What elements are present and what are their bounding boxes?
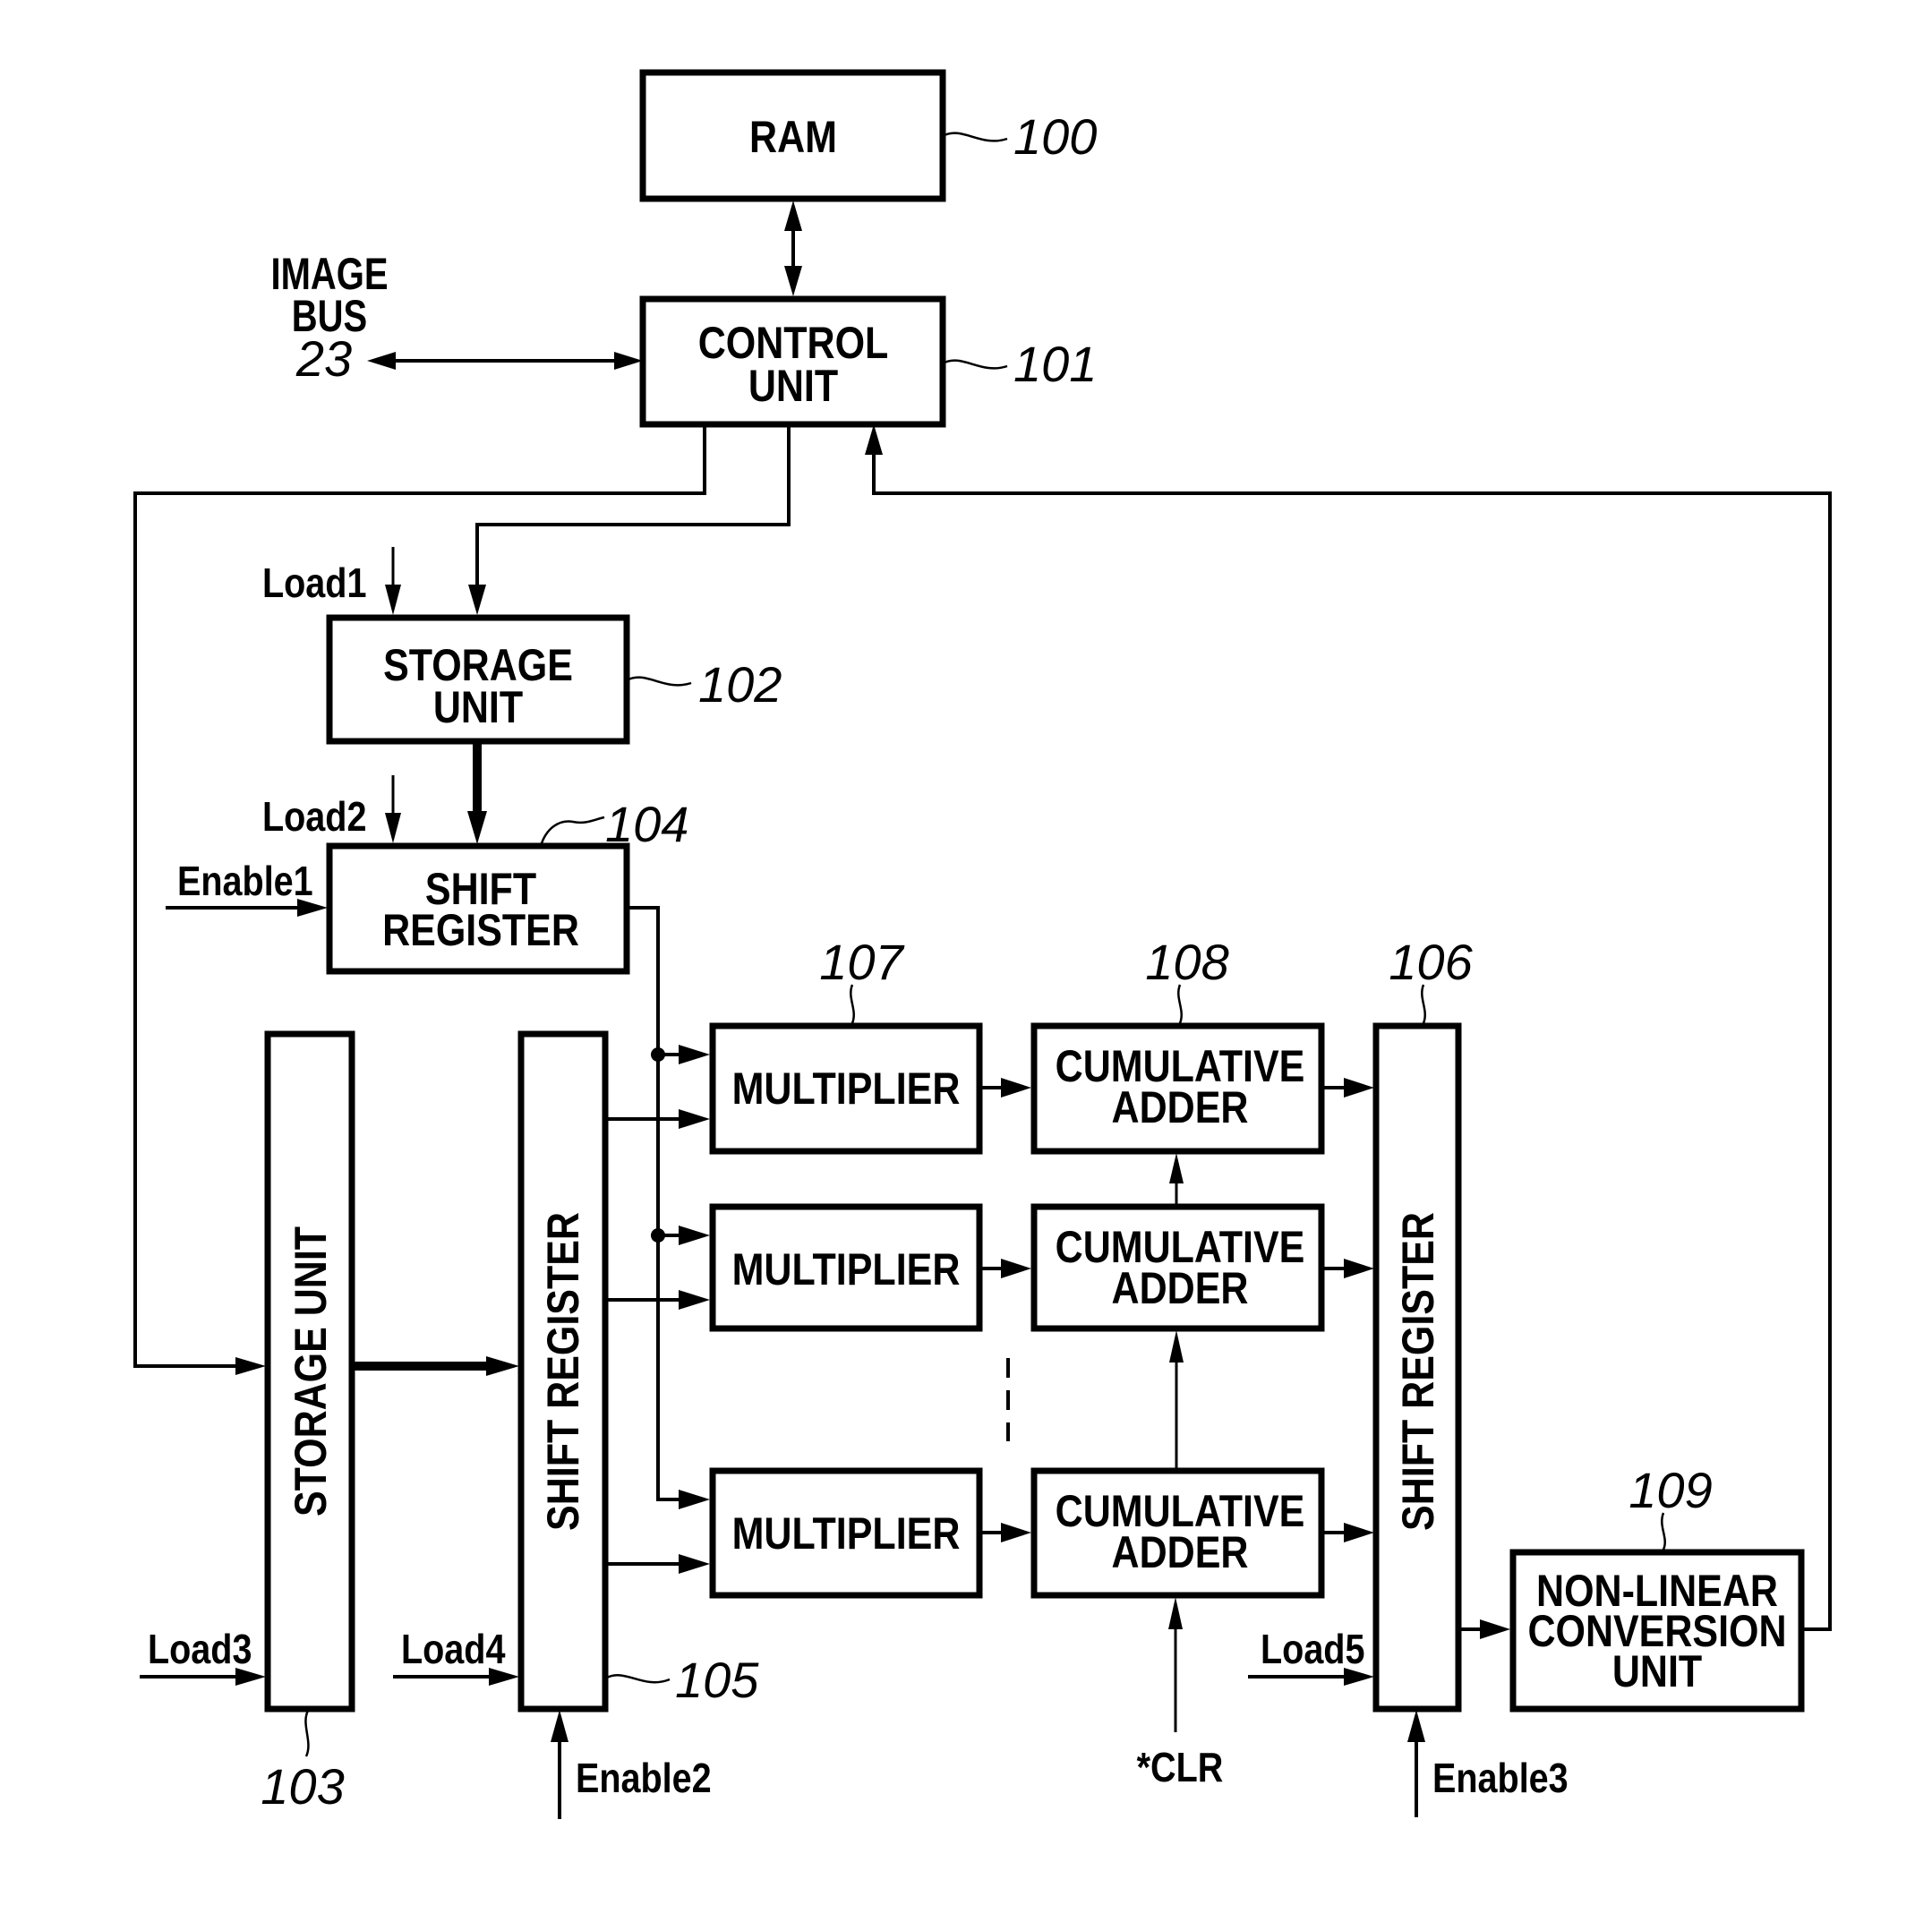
multiplier-ref-leader xyxy=(850,984,855,1024)
cumulative-adder-1-label-line2: ADDER xyxy=(1112,1082,1249,1132)
nonlinear-ref: 109 xyxy=(1629,1462,1712,1518)
shift104-output-bus xyxy=(627,906,710,1509)
shift106-to-nonlinear-link xyxy=(1458,1619,1510,1639)
cumulative-adder-ref: 108 xyxy=(1145,934,1228,990)
cumulative-adder-3-label-line2: ADDER xyxy=(1112,1527,1249,1577)
block-diagram: RAM 100 CONTROL UNIT 101 IMAGE BUS 23 Lo… xyxy=(133,69,1832,1819)
ram-label: RAM xyxy=(749,112,837,162)
storage-unit-103-block: STORAGE UNIT xyxy=(264,1030,355,1713)
load5-label: Load5 xyxy=(1261,1627,1364,1672)
load2-arrow xyxy=(385,775,401,843)
storage-unit-103-ref-leader xyxy=(304,1708,311,1757)
storage-unit-102-label-line2: UNIT xyxy=(433,682,523,732)
shift-register-106-ref-leader xyxy=(1421,984,1426,1024)
shift-register-105-ref-leader xyxy=(604,1674,671,1684)
enable2-arrow xyxy=(551,1710,568,1819)
multiplier-to-adder-links xyxy=(979,1078,1031,1542)
multiplier-2: MULTIPLIER xyxy=(709,1203,983,1332)
control-unit-label-line2: UNIT xyxy=(748,361,838,411)
control-to-storage102-wire xyxy=(468,424,791,615)
junction-dot-2 xyxy=(651,1228,665,1243)
shift-register-104-ref-leader xyxy=(539,816,605,847)
storage-unit-103-ref: 103 xyxy=(261,1758,344,1815)
nonlinear-ref-leader xyxy=(1661,1512,1666,1550)
multiplier-3-label: MULTIPLIER xyxy=(732,1508,961,1559)
load1-arrow xyxy=(385,547,401,615)
enable2-label: Enable2 xyxy=(576,1755,712,1801)
storage-unit-102-ref-leader xyxy=(626,676,692,687)
multiplier-1: MULTIPLIER xyxy=(709,1022,983,1155)
shift-register-106-label: SHIFT REGISTER xyxy=(1393,1212,1443,1531)
shift-register-105-block: SHIFT REGISTER xyxy=(517,1030,609,1713)
image-bus-link xyxy=(367,352,643,370)
enable3-label: Enable3 xyxy=(1432,1755,1569,1801)
shift-register-104-block: SHIFT REGISTER xyxy=(326,842,630,975)
ram-block: RAM xyxy=(639,69,946,202)
control-unit-ref: 101 xyxy=(1013,336,1097,392)
ram-ref: 100 xyxy=(1013,108,1097,165)
shift-register-106-block: SHIFT REGISTER xyxy=(1372,1022,1462,1713)
multiplier-ref: 107 xyxy=(819,934,904,990)
control-unit-ref-leader xyxy=(942,359,1008,370)
load1-label: Load1 xyxy=(262,560,366,606)
enable1-label: Enable1 xyxy=(177,858,313,904)
storage-unit-102-ref: 102 xyxy=(698,656,782,713)
storage102-to-shift104-bus xyxy=(467,741,487,844)
shift-register-104-label-line2: REGISTER xyxy=(382,905,579,955)
cumulative-adder-3: CUMULATIVE ADDER xyxy=(1030,1467,1325,1599)
cumulative-adder-ref-leader xyxy=(1177,984,1183,1024)
load3-label: Load3 xyxy=(148,1627,252,1672)
multiplier-2-label: MULTIPLIER xyxy=(732,1244,961,1294)
shift-register-105-label: SHIFT REGISTER xyxy=(538,1212,588,1531)
adder-to-shift106-links xyxy=(1321,1078,1374,1542)
enable3-arrow xyxy=(1407,1710,1425,1817)
load2-label: Load2 xyxy=(262,794,366,840)
multiplier-3: MULTIPLIER xyxy=(709,1467,983,1599)
load4-label: Load4 xyxy=(401,1627,506,1672)
nonlinear-conversion-unit-block: NON-LINEAR CONVERSION UNIT xyxy=(1509,1549,1805,1713)
multiplier-1-label: MULTIPLIER xyxy=(732,1064,961,1114)
cumulative-adder-1: CUMULATIVE ADDER xyxy=(1030,1022,1325,1155)
cumulative-adder-2: CUMULATIVE ADDER xyxy=(1030,1203,1325,1332)
shift-register-105-ref: 105 xyxy=(675,1652,759,1708)
shift-register-106-ref: 106 xyxy=(1389,934,1473,990)
clr-label: *CLR xyxy=(1137,1745,1224,1790)
image-bus-ref: 23 xyxy=(295,330,352,387)
storage-unit-102-block: STORAGE UNIT xyxy=(326,614,630,745)
nonlinear-label-line3: UNIT xyxy=(1612,1646,1702,1696)
ram-ref-leader xyxy=(942,132,1008,142)
cumulative-adder-2-label-line2: ADDER xyxy=(1112,1263,1249,1313)
feedback-wire xyxy=(865,424,1832,1631)
clr-arrow xyxy=(1168,1597,1183,1732)
shift-register-104-ref: 104 xyxy=(605,796,688,852)
control-unit-block: CONTROL UNIT xyxy=(639,295,946,428)
junction-dot-1 xyxy=(651,1047,665,1062)
ram-control-link xyxy=(784,201,802,296)
storage-unit-103-label: STORAGE UNIT xyxy=(286,1226,336,1516)
storage103-to-shift105-bus xyxy=(352,1356,519,1376)
